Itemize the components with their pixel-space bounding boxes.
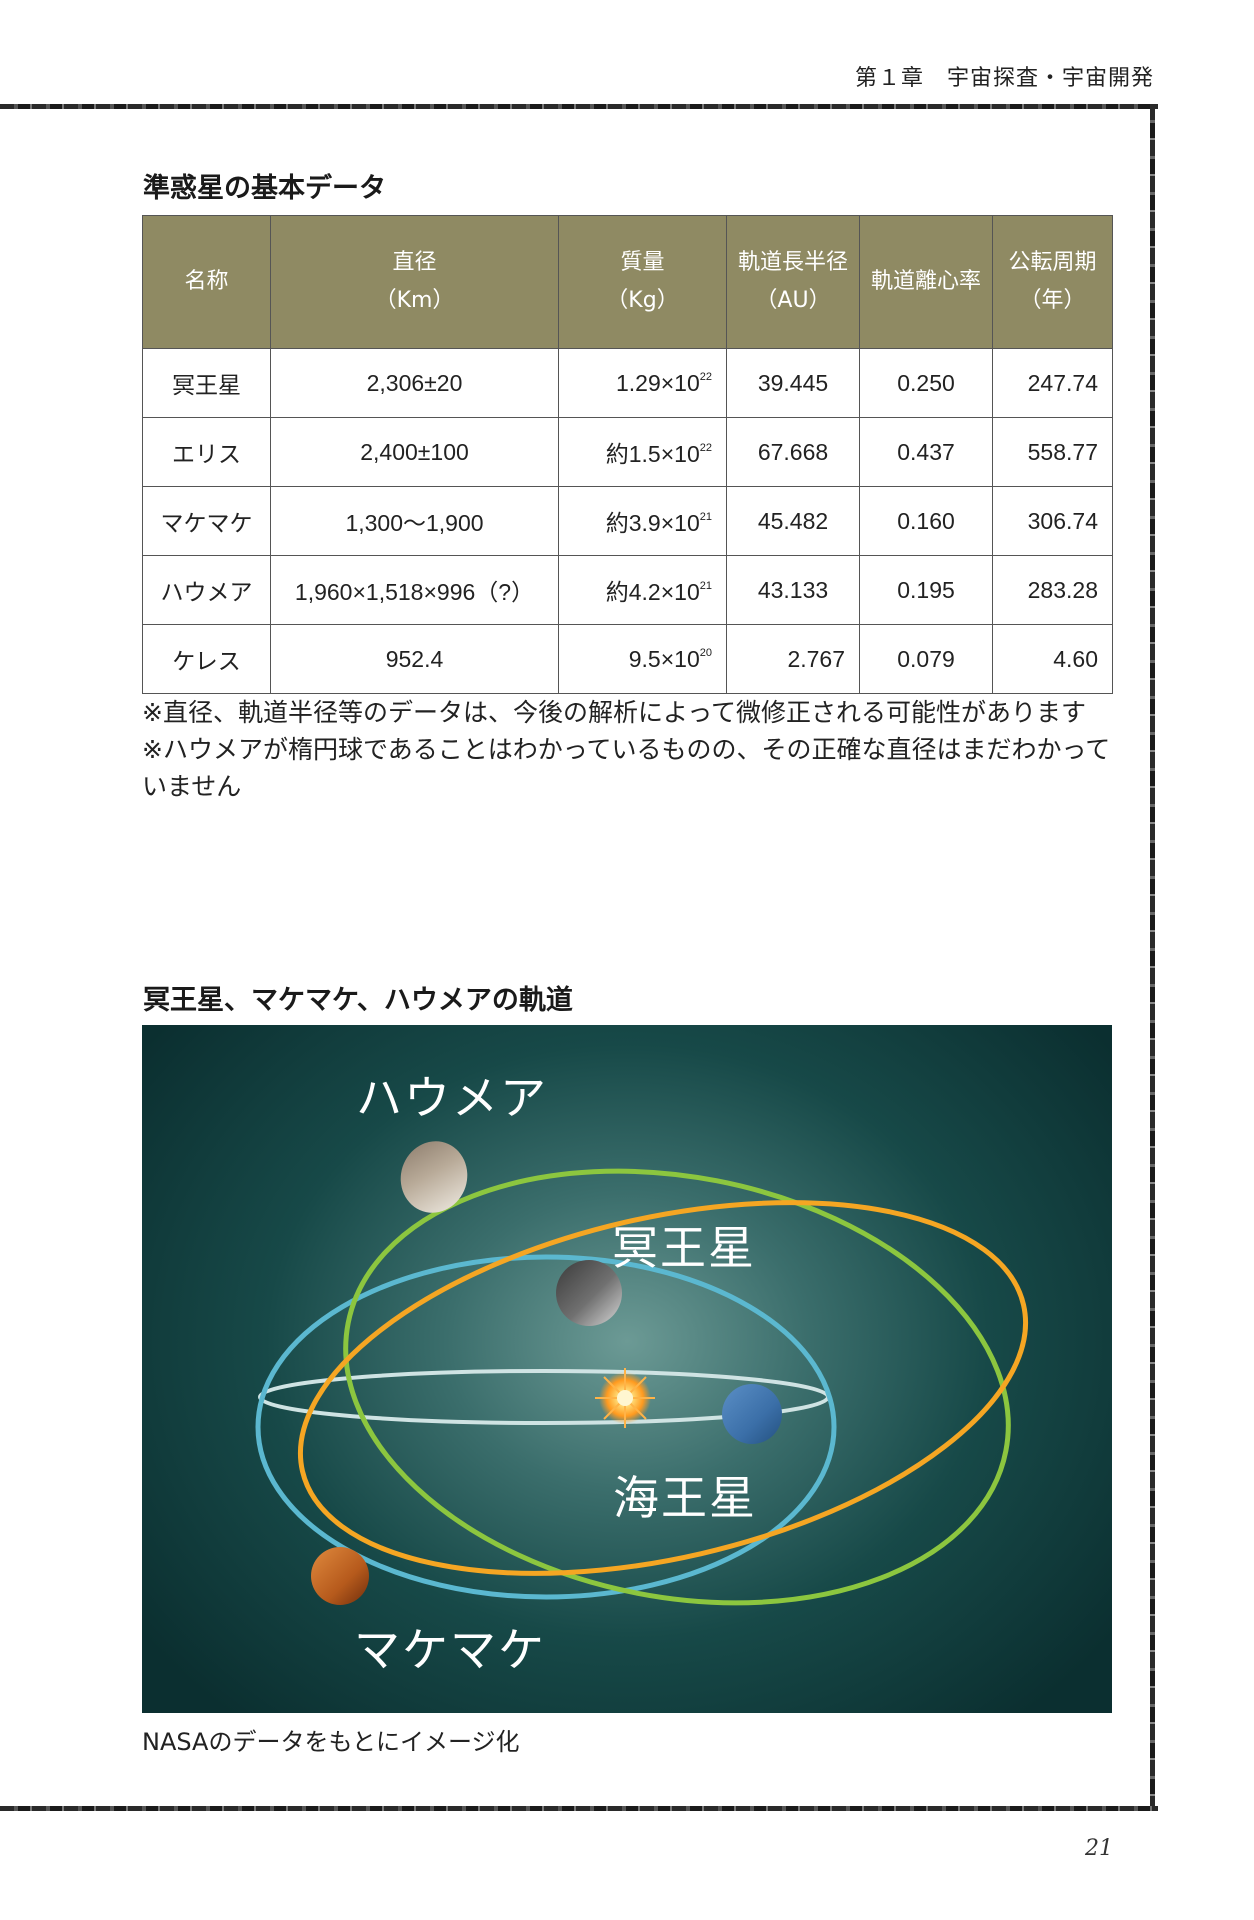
page-number: 21 bbox=[1085, 1836, 1113, 1861]
table-header-row: 名称 直径 （Km） 質量 （Kg） 軌道長半径 （AU） 軌道離心率 公転周期 （年） bbox=[142, 215, 1113, 349]
cell-name: ハウメア bbox=[142, 555, 271, 625]
label-haumea: ハウメア bbox=[356, 1071, 548, 1125]
table-row: 冥王星 2,306±20 1.29×1022 39.445 0.250 247.… bbox=[142, 348, 1113, 418]
cell-axis: 67.668 bbox=[726, 417, 860, 487]
dwarf-planet-table: 名称 直径 （Km） 質量 （Kg） 軌道長半径 （AU） 軌道離心率 公転周期 （年）… bbox=[142, 215, 1113, 694]
cell-period: 4.60 bbox=[992, 624, 1113, 694]
table-row: ハウメア 1,960×1,518×996（?） 約4.2×1021 43.133… bbox=[142, 555, 1113, 625]
cell-eccentricity: 0.160 bbox=[859, 486, 993, 556]
note-1: ※直径、軌道半径等のデータは、今後の解析によって微修正される可能性があります bbox=[142, 698, 1086, 727]
cell-period: 306.74 bbox=[992, 486, 1113, 556]
frame-right-border bbox=[1150, 104, 1155, 1810]
cell-axis: 39.445 bbox=[726, 348, 860, 418]
cell-mass: 約3.9×1021 bbox=[558, 486, 727, 556]
cell-name: マケマケ bbox=[142, 486, 271, 556]
frame-bottom-border bbox=[0, 1806, 1158, 1811]
header-name: 名称 bbox=[142, 215, 271, 349]
cell-eccentricity: 0.079 bbox=[859, 624, 993, 694]
cell-name: ケレス bbox=[142, 624, 271, 694]
cell-name: エリス bbox=[142, 417, 271, 487]
cell-mass: 9.5×1020 bbox=[558, 624, 727, 694]
table-section-title: 準惑星の基本データ bbox=[143, 173, 386, 204]
cell-mass: 約4.2×1021 bbox=[558, 555, 727, 625]
cell-diameter: 1,960×1,518×996（?） bbox=[270, 555, 559, 625]
orbit-svg bbox=[255, 1141, 1029, 1606]
note-2: ※ハウメアが楕円球であることはわかっているものの、その正確な直径はまだわかってい… bbox=[142, 735, 1111, 801]
cell-mass: 約1.5×1022 bbox=[558, 417, 727, 487]
cell-eccentricity: 0.437 bbox=[859, 417, 993, 487]
table-row: エリス 2,400±100 約1.5×1022 67.668 0.437 558… bbox=[142, 417, 1113, 487]
frame-top-border bbox=[0, 104, 1158, 109]
header-eccentricity: 軌道離心率 bbox=[859, 215, 993, 349]
cell-name: 冥王星 bbox=[142, 348, 271, 418]
sun-icon bbox=[595, 1368, 655, 1428]
label-makemake: マケマケ bbox=[354, 1623, 546, 1677]
cell-axis: 2.767 bbox=[726, 624, 860, 694]
cell-diameter: 952.4 bbox=[270, 624, 559, 694]
header-mass: 質量 （Kg） bbox=[558, 215, 727, 349]
chapter-header: 第１章 宇宙探査・宇宙開発 bbox=[854, 66, 1154, 91]
cell-axis: 45.482 bbox=[726, 486, 860, 556]
cell-eccentricity: 0.250 bbox=[859, 348, 993, 418]
header-semi-major-axis: 軌道長半径 （AU） bbox=[726, 215, 860, 349]
header-diameter: 直径 （Km） bbox=[270, 215, 559, 349]
cell-diameter: 2,306±20 bbox=[270, 348, 559, 418]
diagram-caption: NASAのデータをもとにイメージ化 bbox=[142, 1728, 520, 1756]
label-neptune: 海王星 bbox=[613, 1471, 757, 1525]
haumea-planet bbox=[400, 1141, 468, 1213]
cell-axis: 43.133 bbox=[726, 555, 860, 625]
neptune-planet bbox=[722, 1384, 782, 1444]
cell-diameter: 1,300～1,900 bbox=[270, 486, 559, 556]
table-notes: ※直径、軌道半径等のデータは、今後の解析によって微修正される可能性があります ※… bbox=[142, 694, 1122, 805]
cell-eccentricity: 0.195 bbox=[859, 555, 993, 625]
cell-mass: 1.29×1022 bbox=[558, 348, 727, 418]
orbit-diagram: ハウメア 冥王星 海王星 マケマケ bbox=[142, 1025, 1112, 1713]
header-period: 公転周期 （年） bbox=[992, 215, 1113, 349]
cell-period: 558.77 bbox=[992, 417, 1113, 487]
label-pluto: 冥王星 bbox=[612, 1221, 756, 1275]
cell-period: 247.74 bbox=[992, 348, 1113, 418]
table-row: ケレス 952.4 9.5×1020 2.767 0.079 4.60 bbox=[142, 624, 1113, 694]
makemake-planet bbox=[311, 1547, 369, 1605]
cell-period: 283.28 bbox=[992, 555, 1113, 625]
table-row: マケマケ 1,300～1,900 約3.9×1021 45.482 0.160 … bbox=[142, 486, 1113, 556]
orbit-section-title: 冥王星、マケマケ、ハウメアの軌道 bbox=[143, 985, 573, 1016]
cell-diameter: 2,400±100 bbox=[270, 417, 559, 487]
